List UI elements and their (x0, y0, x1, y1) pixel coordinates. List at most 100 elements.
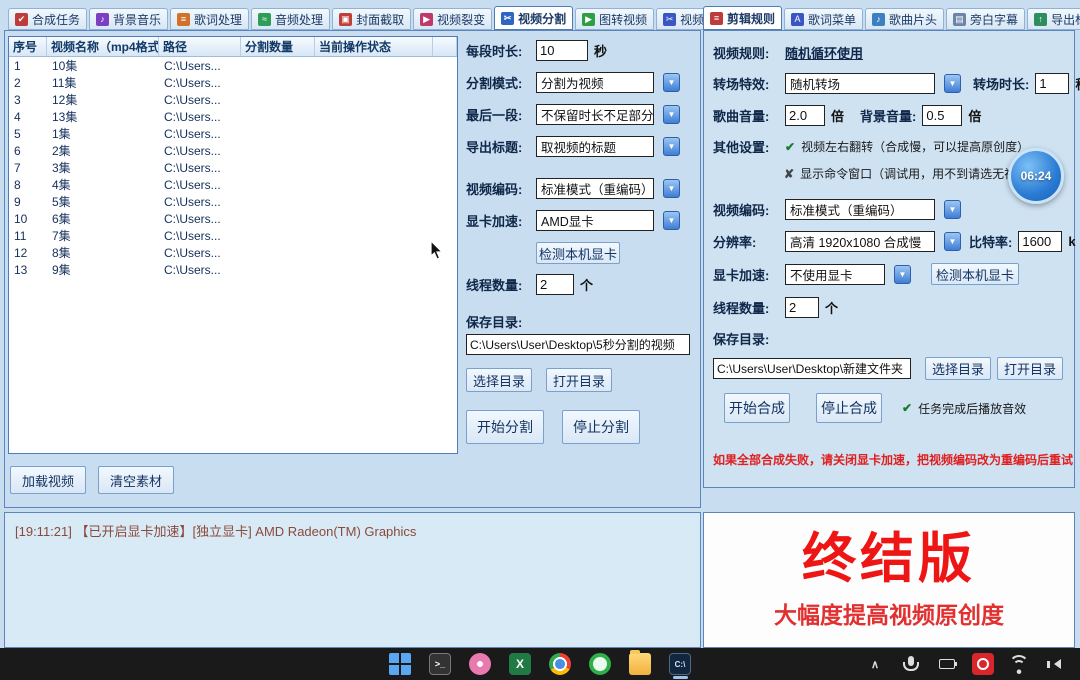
threads-input[interactable] (785, 297, 819, 318)
load-videos-button[interactable]: 加载视频 (10, 466, 86, 494)
photos-icon[interactable] (469, 653, 491, 675)
cell-path: C:\Users... (159, 178, 241, 192)
dropdown-icon[interactable]: ▼ (663, 137, 680, 156)
encode-select[interactable]: 标准模式（重编码） (785, 199, 935, 220)
log-line: [19:11:21] 【已开启显卡加速】[独立显卡] AMD Radeon(TM… (15, 521, 416, 540)
cell-video-name: 4集 (47, 176, 159, 193)
detect-gpu-button[interactable]: 检测本机显卡 (536, 242, 620, 264)
clear-materials-button[interactable]: 清空素材 (98, 466, 174, 494)
command-prompt-icon[interactable] (669, 653, 691, 675)
table-row[interactable]: 5 1集 C:\Users... (9, 125, 457, 142)
tab[interactable]: ✔ 合成任务 (8, 8, 87, 30)
dropdown-icon[interactable]: ▼ (663, 179, 680, 198)
tab[interactable]: ≈ 音频处理 (251, 8, 330, 30)
tab[interactable]: ▶ 视频裂变 (413, 8, 492, 30)
gpu-accel-select[interactable]: AMD显卡 (536, 210, 654, 231)
tab[interactable]: ▤ 旁白字幕 (946, 8, 1025, 30)
chevron-up-icon[interactable] (864, 653, 886, 675)
battery-icon[interactable] (936, 653, 958, 675)
table-header-cell: 序号 (9, 37, 47, 56)
choose-dir-button[interactable]: 选择目录 (466, 368, 532, 392)
resolution-select[interactable]: 高清 1920x1080 合成慢 (785, 231, 935, 252)
tab[interactable]: ♪ 歌曲片头 (865, 8, 944, 30)
microphone-icon[interactable] (900, 653, 922, 675)
stop-merge-button[interactable]: 停止合成 (816, 393, 882, 423)
table-row[interactable]: 7 3集 C:\Users... (9, 159, 457, 176)
tab[interactable]: ≡ 剪辑规则 (703, 6, 782, 30)
tab-label: 背景音乐 (113, 11, 161, 28)
dropdown-icon[interactable]: ▼ (944, 74, 961, 93)
tab[interactable]: ✂ 视频分割 (494, 6, 573, 30)
table-row[interactable]: 3 12集 C:\Users... (9, 91, 457, 108)
terminal-icon[interactable] (429, 653, 451, 675)
windows-start-icon[interactable] (389, 653, 411, 675)
dropdown-icon[interactable]: ▼ (663, 105, 680, 124)
wifi-icon[interactable] (1008, 653, 1030, 675)
dropdown-icon[interactable]: ▼ (944, 200, 961, 219)
bg-volume-input[interactable] (922, 105, 962, 126)
table-row[interactable]: 12 8集 C:\Users... (9, 244, 457, 261)
threads-input[interactable] (536, 274, 574, 295)
flip-checkbox-label[interactable]: 视频左右翻转（合成慢，可以提高原创度） (801, 138, 1029, 155)
cover-icon: ▣ (339, 13, 352, 26)
stop-split-button[interactable]: 停止分割 (562, 410, 640, 444)
start-split-button[interactable]: 开始分割 (466, 410, 544, 444)
split-mode-select[interactable]: 分割为视频 (536, 72, 654, 93)
excel-icon[interactable] (509, 653, 531, 675)
right-tab-bar: ≡ 剪辑规则 A 歌词菜单 ♪ 歌曲片头 ▤ 旁白字幕 ↑ 导出标题 (703, 6, 1080, 30)
floating-clock-widget[interactable]: 06:24 (1008, 148, 1064, 204)
song-volume-input[interactable] (785, 105, 825, 126)
transition-select[interactable]: 随机转场 (785, 73, 935, 94)
segment-duration-input[interactable] (536, 40, 588, 61)
video-encode-select[interactable]: 标准模式（重编码） (536, 178, 654, 199)
last-segment-select[interactable]: 不保留时长不足部分 (536, 104, 654, 125)
tab[interactable]: ↑ 导出标题 (1027, 8, 1080, 30)
table-row[interactable]: 10 6集 C:\Users... (9, 210, 457, 227)
open-dir-button[interactable]: 打开目录 (997, 357, 1063, 380)
tab[interactable]: ▶ 图转视频 (575, 8, 654, 30)
export-title-select[interactable]: 取视频的标题 (536, 136, 654, 157)
cell-video-name: 11集 (47, 74, 159, 91)
save-dir-input[interactable] (466, 334, 690, 355)
gpu-accel-select[interactable]: 不使用显卡 (785, 264, 885, 285)
cmd-window-checkbox[interactable]: ✘ (784, 167, 794, 181)
table-row[interactable]: 1 10集 C:\Users... (9, 57, 457, 74)
cmd-window-checkbox-label[interactable]: 显示命令窗口（调试用，用不到请选无视） (800, 165, 1028, 182)
table-row[interactable]: 11 7集 C:\Users... (9, 227, 457, 244)
table-row[interactable]: 6 2集 C:\Users... (9, 142, 457, 159)
table-row[interactable]: 2 11集 C:\Users... (9, 74, 457, 91)
table-row[interactable]: 9 5集 C:\Users... (9, 193, 457, 210)
choose-dir-button[interactable]: 选择目录 (925, 357, 991, 380)
volume-icon[interactable] (1044, 653, 1066, 675)
video-rule-value[interactable]: 随机循环使用 (785, 43, 863, 62)
flip-checkbox[interactable]: ✔ (785, 140, 795, 154)
dropdown-icon[interactable]: ▼ (663, 211, 680, 230)
dropdown-icon[interactable]: ▼ (944, 232, 961, 251)
tab[interactable]: ≡ 歌词处理 (170, 8, 249, 30)
chrome-icon[interactable] (549, 653, 571, 675)
table-row[interactable]: 8 4集 C:\Users... (9, 176, 457, 193)
table-row[interactable]: 13 9集 C:\Users... (9, 261, 457, 278)
save-dir-input[interactable] (713, 358, 911, 379)
transition-time-input[interactable] (1035, 73, 1069, 94)
start-merge-button[interactable]: 开始合成 (724, 393, 790, 423)
detect-gpu-button[interactable]: 检测本机显卡 (931, 263, 1019, 285)
table-header-cell: 当前操作状态 (315, 37, 433, 56)
sound-checkbox[interactable]: ✔ (902, 401, 912, 415)
sound-checkbox-label[interactable]: 任务完成后播放音效 (918, 400, 1026, 417)
browser-green-icon[interactable] (589, 653, 611, 675)
dropdown-icon[interactable]: ▼ (663, 73, 680, 92)
red-app-icon[interactable] (972, 653, 994, 675)
dropdown-icon[interactable]: ▼ (894, 265, 911, 284)
table-header-cell: 路径 (159, 37, 241, 56)
tab[interactable]: ♪ 背景音乐 (89, 8, 168, 30)
open-dir-button[interactable]: 打开目录 (546, 368, 612, 392)
file-explorer-icon[interactable] (629, 653, 651, 675)
tab[interactable]: A 歌词菜单 (784, 8, 863, 30)
bitrate-input[interactable] (1018, 231, 1062, 252)
threads-unit: 个 (580, 275, 593, 294)
table-row[interactable]: 4 13集 C:\Users... (9, 108, 457, 125)
tab-label: 视频裂变 (437, 11, 485, 28)
tab[interactable]: ▣ 封面截取 (332, 8, 411, 30)
cell-video-name: 2集 (47, 142, 159, 159)
